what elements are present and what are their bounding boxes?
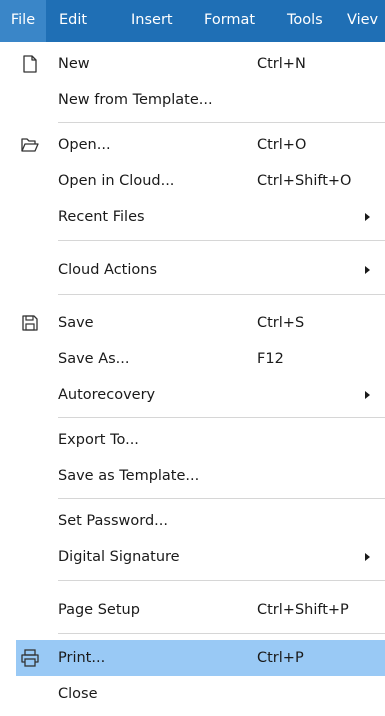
shortcut-label: Ctrl+N bbox=[257, 56, 306, 72]
submenu-arrow-icon bbox=[365, 391, 370, 399]
menu-item-save-as[interactable]: Save As... F12 bbox=[0, 341, 385, 377]
shortcut-label: Ctrl+Shift+P bbox=[257, 602, 349, 618]
file-dropdown-menu: New Ctrl+N New from Template... Open... … bbox=[0, 42, 385, 716]
menu-separator bbox=[58, 498, 385, 499]
menu-item-label: Save As... bbox=[58, 351, 130, 367]
menu-item-label: New from Template... bbox=[58, 92, 213, 108]
menu-edit[interactable]: Edit bbox=[59, 0, 87, 42]
menu-item-digital-signature[interactable]: Digital Signature bbox=[0, 539, 385, 575]
menu-item-label: Save as Template... bbox=[58, 468, 200, 484]
menu-separator bbox=[58, 122, 385, 123]
menu-item-label: Page Setup bbox=[58, 602, 140, 618]
shortcut-label: Ctrl+Shift+O bbox=[257, 173, 352, 189]
menu-item-label: Digital Signature bbox=[58, 549, 180, 565]
menu-separator bbox=[58, 580, 385, 581]
printer-icon bbox=[21, 649, 39, 667]
menu-item-label: Save bbox=[58, 315, 94, 331]
menu-separator bbox=[58, 633, 385, 634]
menu-item-print[interactable]: Print... Ctrl+P bbox=[16, 640, 385, 676]
menu-item-label: Autorecovery bbox=[58, 387, 156, 403]
menu-item-autorecovery[interactable]: Autorecovery bbox=[0, 377, 385, 413]
menu-item-label: Close bbox=[58, 686, 98, 702]
menu-bar: File Edit Insert Format Tools Viev bbox=[0, 0, 385, 42]
menu-item-save-as-template[interactable]: Save as Template... bbox=[0, 458, 385, 494]
menu-item-close[interactable]: Close bbox=[0, 676, 385, 712]
menu-item-export-to[interactable]: Export To... bbox=[0, 422, 385, 458]
shortcut-label: Ctrl+S bbox=[257, 315, 305, 331]
menu-format[interactable]: Format bbox=[204, 0, 255, 42]
menu-separator bbox=[58, 294, 385, 295]
menu-item-label: Print... bbox=[58, 650, 106, 666]
menu-item-cloud-actions[interactable]: Cloud Actions bbox=[0, 252, 385, 288]
menu-tools[interactable]: Tools bbox=[287, 0, 323, 42]
menu-item-label: Set Password... bbox=[58, 513, 168, 529]
menu-item-new-from-template[interactable]: New from Template... bbox=[0, 82, 385, 118]
menu-item-label: Cloud Actions bbox=[58, 262, 157, 278]
menu-item-page-setup[interactable]: Page Setup Ctrl+Shift+P bbox=[0, 592, 385, 628]
menu-separator bbox=[58, 240, 385, 241]
menu-item-set-password[interactable]: Set Password... bbox=[0, 503, 385, 539]
save-icon bbox=[22, 315, 38, 331]
menu-item-label: New bbox=[58, 56, 90, 72]
menu-item-recent-files[interactable]: Recent Files bbox=[0, 199, 385, 235]
submenu-arrow-icon bbox=[365, 213, 370, 221]
menu-item-new[interactable]: New Ctrl+N bbox=[0, 46, 385, 82]
submenu-arrow-icon bbox=[365, 553, 370, 561]
shortcut-label: Ctrl+O bbox=[257, 137, 307, 153]
folder-open-icon bbox=[21, 138, 39, 152]
new-document-icon bbox=[23, 55, 37, 73]
menu-file[interactable]: File bbox=[0, 0, 46, 42]
menu-item-save[interactable]: Save Ctrl+S bbox=[0, 305, 385, 341]
shortcut-label: Ctrl+P bbox=[257, 650, 304, 666]
menu-item-label: Export To... bbox=[58, 432, 139, 448]
menu-separator bbox=[58, 417, 385, 418]
submenu-arrow-icon bbox=[365, 266, 370, 274]
menu-item-label: Open in Cloud... bbox=[58, 173, 175, 189]
menu-item-open[interactable]: Open... Ctrl+O bbox=[0, 127, 385, 163]
menu-insert[interactable]: Insert bbox=[131, 0, 173, 42]
shortcut-label: F12 bbox=[257, 351, 284, 367]
menu-item-label: Open... bbox=[58, 137, 111, 153]
menu-view[interactable]: Viev bbox=[347, 0, 378, 42]
menu-item-label: Recent Files bbox=[58, 209, 145, 225]
menu-item-open-in-cloud[interactable]: Open in Cloud... Ctrl+Shift+O bbox=[0, 163, 385, 199]
